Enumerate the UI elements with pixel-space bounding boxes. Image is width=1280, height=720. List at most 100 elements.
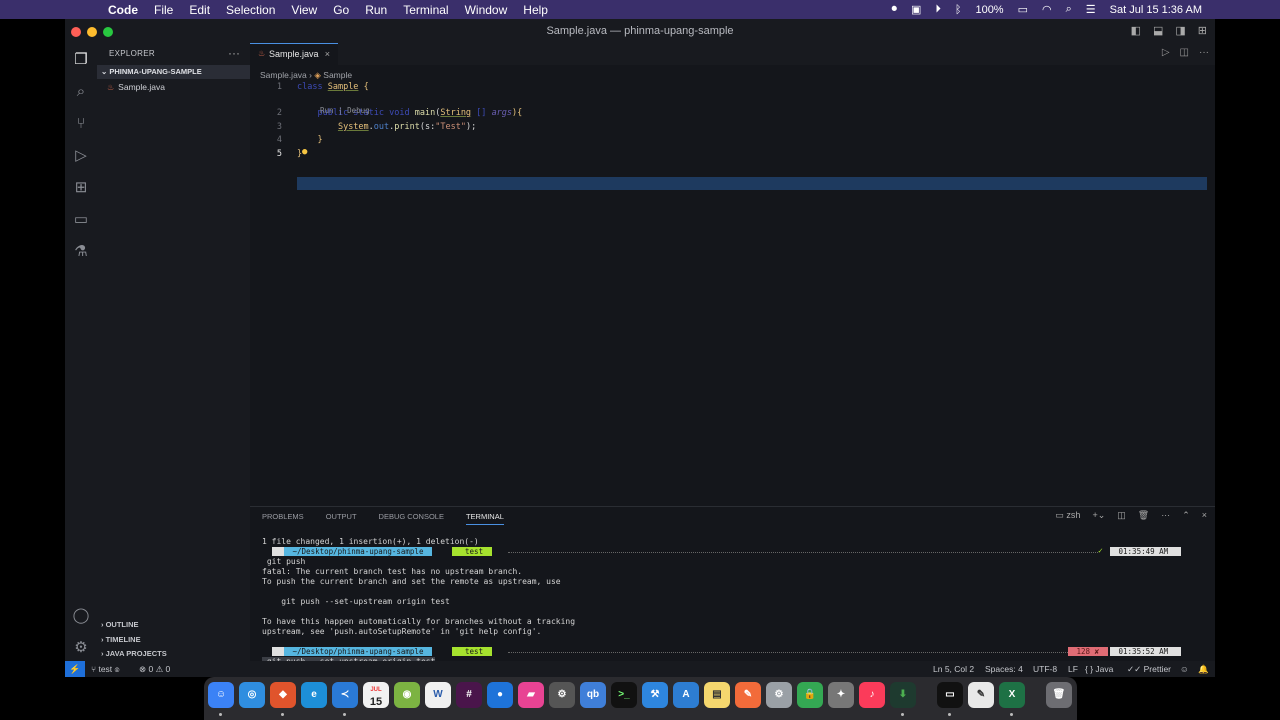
explorer-icon[interactable]: ❐ <box>72 51 90 69</box>
code-line-3[interactable]: 3 System.out.print(s:"Test"); <box>250 121 1210 134</box>
code-line-2[interactable]: 2 public static void main(String [] args… <box>250 107 1210 120</box>
menu-edit[interactable]: Edit <box>189 3 210 17</box>
toggle-panel-icon[interactable]: ⬓ <box>1153 24 1163 37</box>
wifi-icon[interactable]: ◠ <box>1042 3 1052 16</box>
menu-help[interactable]: Help <box>523 3 548 17</box>
vscode-icon[interactable]: ≺ <box>332 682 358 708</box>
split-editor-icon[interactable]: ◫ <box>1180 47 1189 58</box>
code-line-5[interactable]: 5 } <box>250 148 1210 161</box>
source-control-icon[interactable]: ⑂ <box>72 115 90 133</box>
terminal-app-icon[interactable]: >_ <box>611 682 637 708</box>
safari-icon[interactable]: ◎ <box>239 682 265 708</box>
menu-go[interactable]: Go <box>333 3 349 17</box>
display-icon[interactable]: ▣ <box>911 3 921 16</box>
toggle-sidebar-icon[interactable]: ◧ <box>1131 24 1141 37</box>
encoding[interactable]: UTF-8 <box>1033 664 1057 674</box>
remote-explorer-icon[interactable]: ▭ <box>72 211 90 229</box>
textedit-icon[interactable]: ✎ <box>968 682 994 708</box>
tab-output[interactable]: OUTPUT <box>326 512 357 525</box>
code-line-4[interactable]: 4 } <box>250 134 1210 147</box>
settings-gear-icon[interactable]: ⚙ <box>72 639 90 657</box>
installer-icon[interactable]: ⬇ <box>890 682 916 708</box>
xcode-icon[interactable]: ⚒ <box>642 682 668 708</box>
file-item-sample-java[interactable]: ♨ Sample.java <box>107 82 165 92</box>
trash-icon[interactable]: 🗑 <box>1046 682 1072 708</box>
menu-run[interactable]: Run <box>365 3 387 17</box>
prettier-status[interactable]: ✓✓ Prettier <box>1127 664 1171 675</box>
menu-terminal[interactable]: Terminal <box>403 3 448 17</box>
search-icon[interactable]: ⌕ <box>1066 3 1072 16</box>
testing-icon[interactable]: ⚗ <box>72 243 90 261</box>
customize-layout-icon[interactable]: ⊞ <box>1198 24 1207 37</box>
bluetooth-icon[interactable]: ᛒ <box>955 4 962 16</box>
control-center-icon[interactable]: ☰ <box>1086 3 1096 16</box>
qbittorrent-icon[interactable]: qb <box>580 682 606 708</box>
notifications-icon[interactable]: 🔔 <box>1198 664 1209 675</box>
tab-sample-java[interactable]: ♨ Sample.java × <box>250 43 338 65</box>
settings-app-icon[interactable]: ⚙ <box>549 682 575 708</box>
timeline-section[interactable]: › TIMELINE <box>101 635 141 644</box>
extensions-icon[interactable]: ⊞ <box>72 179 90 197</box>
menu-window[interactable]: Window <box>465 3 508 17</box>
breadcrumb-file[interactable]: Sample.java <box>260 70 307 80</box>
more-actions-icon[interactable]: ··· <box>1199 47 1209 58</box>
maximize-panel-icon[interactable]: ⌃ <box>1182 510 1190 521</box>
maps-icon[interactable]: ● <box>487 682 513 708</box>
indentation[interactable]: Spaces: 4 <box>985 664 1023 674</box>
search-icon[interactable]: ⌕ <box>72 83 90 101</box>
app-store-icon[interactable]: A <box>673 682 699 708</box>
calendar-icon[interactable]: JUL 15 <box>363 682 389 708</box>
finder-icon[interactable]: ☺ <box>208 682 234 708</box>
terminal-window-icon[interactable]: ▭ <box>937 682 963 708</box>
excel-icon[interactable]: X <box>999 682 1025 708</box>
battery-icon[interactable]: ▭ <box>1018 3 1028 16</box>
new-terminal-icon[interactable]: +⌄ <box>1092 510 1105 521</box>
record-icon[interactable]: ⏺ <box>891 3 897 16</box>
clock[interactable]: Sat Jul 15 1:36 AM <box>1110 4 1202 16</box>
toggle-secondary-sidebar-icon[interactable]: ◨ <box>1175 24 1185 37</box>
feedback-icon[interactable]: ☺ <box>1180 664 1189 674</box>
app-icon[interactable]: ▰ <box>518 682 544 708</box>
codelens-run-debug[interactable]: Run | Debug <box>320 106 370 115</box>
close-panel-icon[interactable]: × <box>1202 510 1207 521</box>
game-icon[interactable]: ✦ <box>828 682 854 708</box>
menu-app-name[interactable]: Code <box>108 3 138 17</box>
java-projects-section[interactable]: › JAVA PROJECTS <box>101 649 167 658</box>
music-icon[interactable]: ♪ <box>859 682 885 708</box>
tab-terminal[interactable]: TERMINAL <box>465 512 504 525</box>
code-line-1[interactable]: 1 class Sample { <box>250 81 1210 94</box>
split-terminal-icon[interactable]: ◫ <box>1117 510 1126 521</box>
menu-file[interactable]: File <box>154 3 173 17</box>
lock-app-icon[interactable]: 🔒 <box>797 682 823 708</box>
battery-percent[interactable]: 100% <box>975 4 1003 16</box>
tab-debug-console[interactable]: DEBUG CONSOLE <box>379 512 444 525</box>
terminal-shell-icon[interactable]: ▭ zsh <box>1055 510 1080 521</box>
word-icon[interactable]: W <box>425 682 451 708</box>
project-folder[interactable]: ⌄ PHINMA-UPANG-SAMPLE <box>97 65 250 79</box>
system-settings-icon[interactable]: ⚙ <box>766 682 792 708</box>
menu-selection[interactable]: Selection <box>226 3 275 17</box>
menu-view[interactable]: View <box>291 3 317 17</box>
run-debug-icon[interactable]: ▷ <box>72 147 90 165</box>
swift-playgrounds-icon[interactable]: ✎ <box>735 682 761 708</box>
breadcrumb-symbol[interactable]: Sample <box>323 70 352 80</box>
android-studio-icon[interactable]: ◉ <box>394 682 420 708</box>
language-mode[interactable]: { } Java <box>1085 664 1113 674</box>
account-icon[interactable]: ◯ <box>72 607 90 625</box>
outline-section[interactable]: › OUTLINE <box>101 620 139 629</box>
slack-icon[interactable]: # <box>456 682 482 708</box>
cursor-position[interactable]: Ln 5, Col 2 <box>933 664 974 674</box>
brave-icon[interactable]: ◆ <box>270 682 296 708</box>
kill-terminal-icon[interactable]: 🗑 <box>1138 510 1149 521</box>
tab-problems[interactable]: PROBLEMS <box>262 512 304 525</box>
play-circle-icon[interactable]: ⏵ <box>935 3 941 16</box>
notes-icon[interactable]: ▤ <box>704 682 730 708</box>
problems-status[interactable]: ⊗ 0 ⚠ 0 <box>139 664 170 675</box>
close-tab-icon[interactable]: × <box>325 44 330 64</box>
eol[interactable]: LF <box>1068 664 1078 674</box>
branch-status[interactable]: ⑂ test ◎ <box>91 664 120 674</box>
more-actions-icon[interactable]: ··· <box>1161 510 1170 521</box>
remote-indicator-icon[interactable]: ⚡ <box>65 661 85 677</box>
lightbulb-icon[interactable]: ● <box>302 147 307 157</box>
run-icon[interactable]: ▷ <box>1162 47 1170 58</box>
